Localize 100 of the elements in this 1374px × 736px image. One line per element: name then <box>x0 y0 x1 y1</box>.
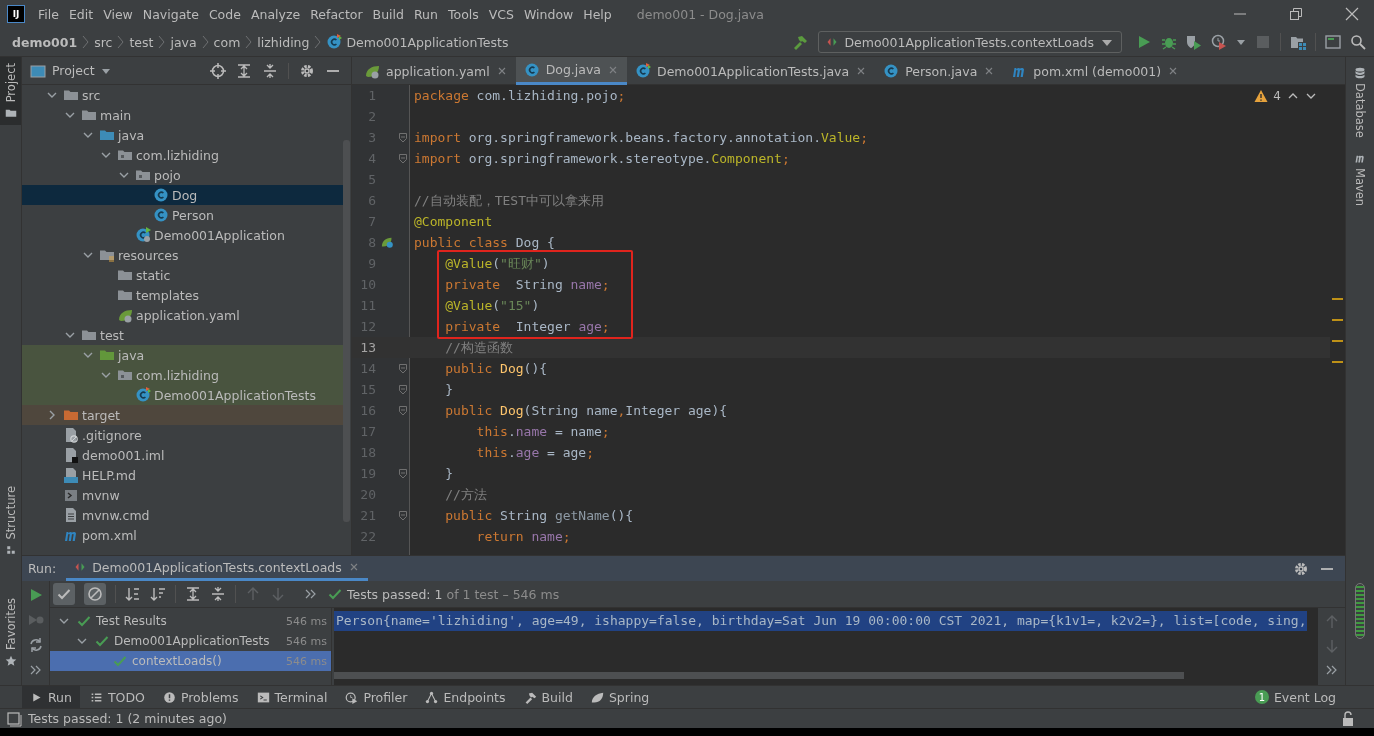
tree-item[interactable]: java <box>22 345 343 365</box>
tool-window-button[interactable]: TODO <box>81 686 153 708</box>
result-tree-item[interactable]: Demo001ApplicationTests 546 ms <box>50 631 331 651</box>
filter-toggle[interactable] <box>84 583 106 605</box>
menu-item[interactable]: Analyze <box>245 6 306 22</box>
project-structure-icon[interactable] <box>1290 34 1306 50</box>
tree-item[interactable]: templates <box>22 285 343 305</box>
class-icon <box>135 387 151 403</box>
tree-item[interactable]: com.lizhiding <box>22 145 343 165</box>
tool-window-button[interactable]: Profiler <box>337 686 416 708</box>
settings-icon[interactable] <box>299 62 315 79</box>
tree-item[interactable]: Dog <box>22 185 343 205</box>
sort-duration-icon[interactable] <box>150 586 166 602</box>
editor-tab[interactable]: application.yaml <box>356 57 516 85</box>
locate-icon[interactable] <box>210 62 226 79</box>
expand-all-icon[interactable] <box>236 62 252 79</box>
expand-all-icon[interactable] <box>185 586 201 602</box>
coverage-icon[interactable] <box>1186 34 1202 50</box>
tool-window-button[interactable]: 1 Event Log <box>1254 689 1336 705</box>
tree-item[interactable]: static <box>22 265 343 285</box>
tool-window-button[interactable]: Endpoints <box>417 686 514 708</box>
editor-tab[interactable]: Dog.java <box>515 57 627 85</box>
tree-item[interactable]: main <box>22 105 343 125</box>
run-icon[interactable] <box>1136 34 1152 50</box>
tree-item[interactable]: mvnw <box>22 485 343 505</box>
menu-item[interactable]: Edit <box>63 6 99 22</box>
tree-item[interactable]: demo001.iml <box>22 445 343 465</box>
tool-window-tab[interactable]: Maven <box>1353 151 1367 206</box>
lock-icon[interactable] <box>1340 710 1356 727</box>
tree-item[interactable]: Person <box>22 205 343 225</box>
breadcrumb[interactable]: lizhiding <box>257 34 310 50</box>
code-line: this.name = name; <box>475 423 610 441</box>
profiler-icon[interactable] <box>1211 34 1227 50</box>
tree-item[interactable]: com.lizhiding <box>22 365 343 385</box>
class-icon <box>635 63 651 79</box>
terminal-icon[interactable] <box>1325 34 1341 50</box>
code-line: private Integer age; <box>444 318 610 336</box>
menu-item[interactable]: Navigate <box>137 6 204 22</box>
tool-window-button[interactable]: Build <box>515 686 581 708</box>
menu-item[interactable]: Run <box>409 6 443 22</box>
tree-item[interactable]: application.yaml <box>22 305 343 325</box>
tool-window-tab[interactable]: Structure <box>0 479 21 563</box>
view-dropdown[interactable]: Project <box>30 62 111 79</box>
breadcrumb[interactable]: com <box>213 34 241 50</box>
tool-window-button[interactable]: Problems <box>154 686 247 708</box>
result-tree-item[interactable]: Test Results 546 ms <box>50 611 331 631</box>
tool-window-button[interactable]: Terminal <box>248 686 336 708</box>
menu-item[interactable]: View <box>98 6 138 22</box>
tree-item[interactable]: java <box>22 125 343 145</box>
menu-item[interactable]: VCS <box>483 6 519 22</box>
run-tab[interactable]: Demo001ApplicationTests.contextLoads <box>66 556 368 581</box>
breadcrumb[interactable]: src <box>94 34 113 50</box>
run-config-icon <box>826 36 839 48</box>
menu-item[interactable]: File <box>33 6 64 22</box>
sort-alpha-icon[interactable] <box>125 586 141 602</box>
tool-window-button[interactable]: Spring <box>582 686 658 708</box>
tree-item[interactable]: Demo001ApplicationTests <box>22 385 343 405</box>
breadcrumb[interactable]: Demo001ApplicationTests <box>326 34 509 50</box>
warning-count[interactable]: 4 <box>1254 89 1281 103</box>
ignored-filter-icon <box>87 586 103 602</box>
collapse-all-icon[interactable] <box>262 62 278 79</box>
tool-window-tab[interactable]: Project <box>0 57 21 126</box>
search-icon[interactable] <box>1350 34 1366 50</box>
tree-item[interactable]: Demo001Application <box>22 225 343 245</box>
tree-item[interactable]: mvnw.cmd <box>22 505 343 525</box>
tree-item[interactable]: src <box>22 85 343 105</box>
code-line: @Value("15") <box>444 297 540 315</box>
tool-window-button[interactable]: Run <box>22 686 80 708</box>
tree-item[interactable]: HELP.md <box>22 465 343 485</box>
tool-window-tab[interactable]: Favorites <box>0 592 21 673</box>
breadcrumb[interactable]: java <box>170 34 197 50</box>
leaf-icon <box>117 307 133 323</box>
tool-windows-icon[interactable] <box>6 710 22 727</box>
menu-item[interactable]: Code <box>203 6 246 22</box>
breadcrumb[interactable]: demo001 <box>12 34 78 50</box>
settings-icon[interactable] <box>1293 560 1309 577</box>
tree-item[interactable]: .gitignore <box>22 425 343 445</box>
tree-item[interactable]: resources <box>22 245 343 265</box>
run-config-dropdown[interactable]: Demo001ApplicationTests.contextLoads <box>818 31 1122 53</box>
tool-window-tab[interactable]: Database <box>1353 67 1367 138</box>
filter-toggle[interactable] <box>53 583 75 605</box>
chevron-icon <box>82 35 90 49</box>
tree-item[interactable]: pom.xml <box>22 525 343 545</box>
editor-tab[interactable]: Person.java <box>875 57 1004 85</box>
toggle-auto-test-icon[interactable] <box>27 637 44 653</box>
menu-item[interactable]: Tools <box>442 6 484 22</box>
tree-item[interactable]: test <box>22 325 343 345</box>
menu-item[interactable]: Window <box>519 6 579 22</box>
build-icon[interactable] <box>792 34 809 50</box>
menu-item[interactable]: Build <box>367 6 409 22</box>
menu-item[interactable]: Help <box>578 6 617 22</box>
tree-item[interactable]: target <box>22 405 343 425</box>
restore-icon[interactable] <box>1288 6 1304 22</box>
menu-item[interactable]: Refactor <box>305 6 368 22</box>
editor-tab[interactable]: Demo001ApplicationTests.java <box>627 57 876 85</box>
editor-tab[interactable]: pom.xml (demo001) <box>1003 57 1188 85</box>
close-icon[interactable] <box>1344 6 1360 22</box>
tree-item[interactable]: pojo <box>22 165 343 185</box>
breadcrumb[interactable]: test <box>129 34 154 50</box>
collapse-all-icon[interactable] <box>210 586 226 602</box>
